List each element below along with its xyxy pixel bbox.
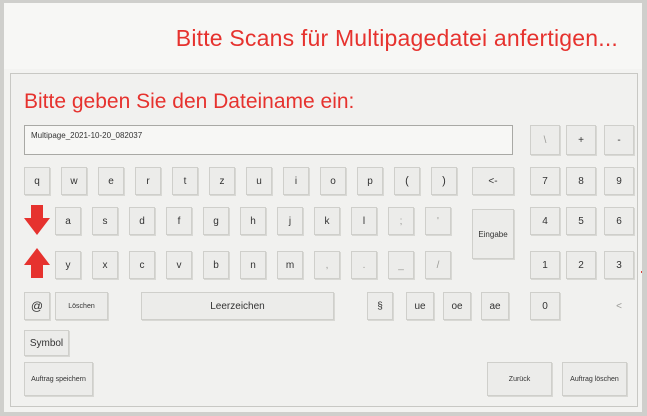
key-m[interactable]: m [277,251,303,279]
key-comma[interactable]: , [314,251,340,279]
key-ue[interactable]: ue [406,292,434,320]
key-1[interactable]: 1 [530,251,560,279]
key-i[interactable]: i [283,167,309,195]
key-c[interactable]: c [129,251,155,279]
key-l[interactable]: l [351,207,377,235]
key-n[interactable]: n [240,251,266,279]
back-button[interactable]: Zurück [487,362,552,396]
key-t[interactable]: t [172,167,198,195]
key-z[interactable]: z [209,167,235,195]
key-b[interactable]: b [203,251,229,279]
key-open-paren[interactable]: ( [394,167,420,195]
key-close-paren[interactable]: ) [431,167,457,195]
delete-key[interactable]: Löschen [55,292,108,320]
key-o[interactable]: o [320,167,346,195]
enter-button[interactable]: Eingabe [472,209,514,259]
key-4[interactable]: 4 [530,207,560,235]
key-p[interactable]: p [357,167,383,195]
key-e[interactable]: e [98,167,124,195]
key-left-angle[interactable]: < [604,292,634,320]
key-s[interactable]: s [92,207,118,235]
filename-prompt: Bitte geben Sie den Dateiname ein: [24,90,355,113]
key-r[interactable]: r [135,167,161,195]
key-ae[interactable]: ae [481,292,509,320]
key-f[interactable]: f [166,207,192,235]
key-5[interactable]: 5 [566,207,596,235]
symbol-key[interactable]: Symbol [24,330,69,356]
key-j[interactable]: j [277,207,303,235]
title-banner: Bitte Scans für Multipagedatei anfertige… [4,3,642,69]
key-backslash[interactable]: \ [530,125,560,155]
filename-dialog: Bitte geben Sie den Dateiname ein: Multi… [10,73,638,407]
edge-marker [641,271,642,273]
key-semicolon[interactable]: ; [388,207,414,235]
key-underscore[interactable]: _ [388,251,414,279]
filename-input[interactable]: Multipage_2021-10-20_082037 [24,125,513,155]
key-3[interactable]: 3 [604,251,634,279]
app-screen: Bitte Scans für Multipagedatei anfertige… [4,3,642,412]
key-oe[interactable]: oe [443,292,471,320]
space-bar[interactable]: Leerzeichen [141,292,334,320]
key-h[interactable]: h [240,207,266,235]
red-down-arrow-icon[interactable] [24,205,50,235]
key-backspace[interactable]: <- [472,167,514,195]
key-period[interactable]: . [351,251,377,279]
key-section[interactable]: § [367,292,393,320]
key-a[interactable]: a [55,207,81,235]
key-0[interactable]: 0 [530,292,560,320]
key-apostrophe[interactable]: ' [425,207,451,235]
key-slash[interactable]: / [425,251,451,279]
save-order-button[interactable]: Auftrag speichern [24,362,93,396]
key-plus[interactable]: + [566,125,596,155]
key-7[interactable]: 7 [530,167,560,195]
key-6[interactable]: 6 [604,207,634,235]
key-v[interactable]: v [166,251,192,279]
red-up-arrow-icon[interactable] [24,248,50,278]
key-u[interactable]: u [246,167,272,195]
key-x[interactable]: x [92,251,118,279]
key-2[interactable]: 2 [566,251,596,279]
banner-title: Bitte Scans für Multipagedatei anfertige… [175,25,618,51]
key-q[interactable]: q [24,167,50,195]
delete-order-button[interactable]: Auftrag löschen [562,362,627,396]
key-d[interactable]: d [129,207,155,235]
key-k[interactable]: k [314,207,340,235]
key-8[interactable]: 8 [566,167,596,195]
key-9[interactable]: 9 [604,167,634,195]
key-at[interactable]: @ [24,292,50,320]
key-g[interactable]: g [203,207,229,235]
key-w[interactable]: w [61,167,87,195]
key-y[interactable]: y [55,251,81,279]
key-minus[interactable]: - [604,125,634,155]
